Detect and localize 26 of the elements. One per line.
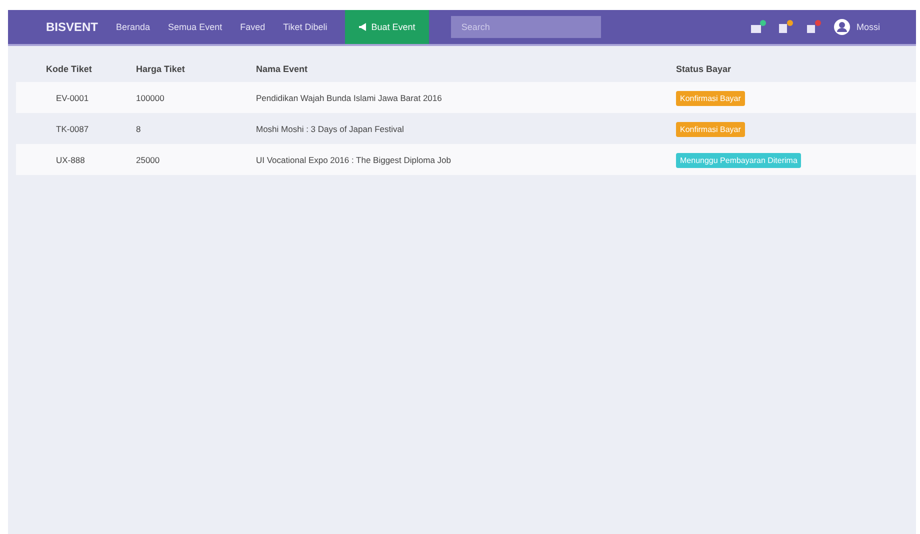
create-event-button[interactable]: Buat Event bbox=[345, 10, 430, 44]
status-badge: Konfirmasi Bayar bbox=[676, 90, 745, 106]
table-cell: TK-0087 bbox=[56, 124, 89, 134]
column-header: Nama Event bbox=[246, 56, 666, 82]
column-header: Kode Tiket bbox=[16, 56, 126, 82]
table-cell: 25000 bbox=[136, 154, 160, 164]
brand-logo[interactable]: BISVENT bbox=[46, 20, 98, 34]
nav-link[interactable]: Faved bbox=[240, 22, 266, 32]
table-cell: Pendidikan Wajah Bunda Islami Jawa Barat 2016 bbox=[256, 92, 442, 102]
column-header: Status Bayar bbox=[666, 56, 916, 82]
search-field[interactable]: Search bbox=[451, 16, 602, 38]
nav-link[interactable]: Tiket Dibeli bbox=[283, 22, 328, 32]
table-cell: UX-888 bbox=[56, 154, 85, 164]
user-name[interactable]: Mossi bbox=[856, 22, 880, 32]
table-cell: UI Vocational Expo 2016 : The Biggest Diploma Job bbox=[256, 154, 451, 164]
nav-link[interactable]: Beranda bbox=[116, 22, 150, 32]
table-cell: EV-0001 bbox=[56, 92, 89, 102]
status-badge: Konfirmasi Bayar bbox=[676, 122, 745, 136]
table-cell: 100000 bbox=[136, 92, 164, 102]
megaphone-icon bbox=[359, 23, 368, 31]
table-cell: Moshi Moshi : 3 Days of Japan Festival bbox=[256, 124, 404, 134]
column-header: Harga Tiket bbox=[126, 56, 246, 82]
status-badge: Menunggu Pembayaran Diterima bbox=[676, 152, 802, 168]
nav-link[interactable]: Semua Event bbox=[168, 22, 222, 32]
avatar-icon[interactable] bbox=[834, 19, 850, 35]
table-cell: 8 bbox=[136, 124, 141, 134]
